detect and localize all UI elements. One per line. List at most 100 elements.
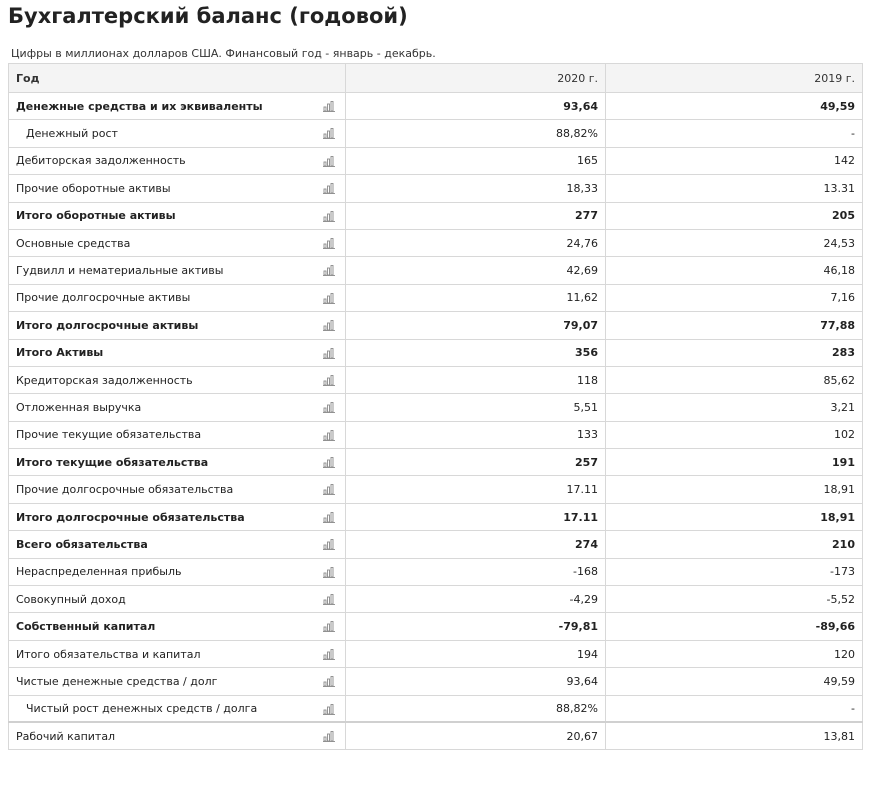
table-row: Итого долгосрочные активы 79,07 77,88: [8, 311, 863, 340]
row-label: Итого оборотные активы: [16, 209, 176, 223]
bar-chart-icon[interactable]: [323, 676, 335, 688]
bar-chart-icon[interactable]: [323, 210, 335, 222]
bar-chart-icon[interactable]: [323, 347, 335, 359]
value-2019: 13,81: [605, 721, 863, 751]
row-label-cell: Собственный капитал: [8, 612, 346, 641]
value-2019: 3,21: [605, 393, 863, 422]
value-2020: -79,81: [345, 612, 606, 641]
value-2020: 42,69: [345, 256, 606, 285]
row-label: Итого текущие обязательства: [16, 455, 209, 469]
table-row: Прочие долгосрочные активы 11,62 7,16: [8, 283, 863, 313]
value-2019: 18,91: [605, 475, 863, 504]
balance-sheet-table: Год 2020 г. 2019 г. Денежные средства и …: [8, 63, 863, 751]
row-label-cell: Прочие оборотные активы: [8, 174, 346, 203]
value-2020: 93,64: [345, 91, 606, 121]
row-label-cell: Гудвилл и нематериальные активы: [8, 256, 346, 285]
table-row: Денежные средства и их эквиваленты 93,64 4…: [8, 91, 863, 121]
table-row: Прочие оборотные активы 18,33 13.31: [8, 174, 863, 203]
row-label-cell: Прочие текущие обязательства: [8, 420, 346, 450]
bar-chart-icon[interactable]: [323, 155, 335, 167]
page-title: Бухгалтерский баланс (годовой): [8, 4, 408, 28]
bar-chart-icon[interactable]: [323, 402, 335, 414]
bar-chart-icon[interactable]: [323, 183, 335, 195]
row-label: Прочие текущие обязательства: [16, 428, 202, 442]
page: Бухгалтерский баланс (годовой) Цифры в м…: [0, 0, 874, 788]
bar-chart-icon[interactable]: [323, 429, 335, 441]
row-label: Чистый рост денежных средств / долга: [26, 702, 258, 716]
row-label-cell: Итого обязательства и капитал: [8, 639, 346, 669]
bar-chart-icon[interactable]: [323, 648, 335, 660]
value-2019: -173: [605, 557, 863, 587]
bar-chart-icon[interactable]: [323, 128, 335, 140]
value-2019: -89,66: [605, 612, 863, 641]
value-2020: -4,29: [345, 585, 606, 614]
row-label-cell: Основные средства: [8, 228, 346, 258]
row-label: Прочие долгосрочные активы: [16, 291, 191, 305]
bar-chart-icon[interactable]: [323, 320, 335, 332]
table-row: Денежный рост 88,82% -: [8, 119, 863, 148]
value-2019: 24,53: [605, 228, 863, 258]
value-2019: 85,62: [605, 365, 863, 395]
value-2019: 49,59: [605, 91, 863, 121]
value-2020: 277: [345, 201, 606, 230]
value-2020: 274: [345, 530, 606, 559]
value-2020: 165: [345, 146, 606, 176]
value-2020: -168: [345, 557, 606, 587]
row-label-cell: Нераспределенная прибыль: [8, 557, 346, 587]
table-row: Чистые денежные средства / долг 93,64 49,5…: [8, 667, 863, 696]
value-2019: 49,59: [605, 667, 863, 696]
bar-chart-icon[interactable]: [323, 374, 335, 386]
value-2020: 356: [345, 338, 606, 367]
value-2020: 20,67: [345, 721, 606, 751]
row-label: Нераспределенная прибыль: [16, 565, 182, 579]
row-label-cell: Итого долгосрочные обязательства: [8, 502, 346, 532]
table-row: Чистый рост денежных средств / долга 88,8…: [8, 694, 863, 723]
row-label-cell: Итого оборотные активы: [8, 201, 346, 230]
table-row: Кредиторская задолженность 118 85,62: [8, 365, 863, 395]
bar-chart-icon[interactable]: [323, 703, 335, 715]
bar-chart-icon[interactable]: [323, 265, 335, 277]
table-row: Совокупный доход -4,29 -5,52: [8, 585, 863, 614]
value-2020: 88,82%: [345, 119, 606, 148]
bar-chart-icon[interactable]: [323, 539, 335, 551]
bar-chart-icon[interactable]: [323, 731, 335, 743]
bar-chart-icon[interactable]: [323, 292, 335, 304]
bar-chart-icon[interactable]: [323, 621, 335, 633]
table-row: Прочие текущие обязательства 133 102: [8, 420, 863, 450]
value-2019: 7,16: [605, 283, 863, 313]
value-2019: 205: [605, 201, 863, 230]
table-header-row: Год 2020 г. 2019 г.: [8, 63, 863, 93]
row-label: Дебиторская задолженность: [16, 154, 186, 168]
bar-chart-icon[interactable]: [323, 457, 335, 469]
bar-chart-icon[interactable]: [323, 238, 335, 249]
table-row: Рабочий капитал 20,67 13,81: [8, 721, 863, 751]
page-subtitle: Цифры в миллионах долларов США. Финансов…: [11, 47, 436, 60]
row-label-cell: Всего обязательства: [8, 530, 346, 559]
bar-chart-icon[interactable]: [323, 484, 335, 496]
bar-chart-icon[interactable]: [323, 101, 335, 112]
value-2019: -5,52: [605, 585, 863, 614]
row-label: Гудвилл и нематериальные активы: [16, 264, 224, 278]
table-row: Прочие долгосрочные обязательства 17.11 18…: [8, 475, 863, 504]
table-row: Итого долгосрочные обязательства 17.11 18,…: [8, 502, 863, 532]
value-2019: 210: [605, 530, 863, 559]
value-2020: 194: [345, 639, 606, 669]
row-label-cell: Чистый рост денежных средств / долга: [8, 694, 346, 723]
row-label-cell: Кредиторская задолженность: [8, 365, 346, 395]
value-2020: 17.11: [345, 502, 606, 532]
row-label: Отложенная выручка: [16, 400, 142, 414]
row-label-cell: Чистые денежные средства / долг: [8, 667, 346, 696]
row-label: Итого обязательства и капитал: [16, 647, 201, 661]
bar-chart-icon[interactable]: [323, 594, 335, 605]
value-2019: 142: [605, 146, 863, 176]
row-label: Рабочий капитал: [16, 729, 116, 743]
table-row: Собственный капитал -79,81 -89,66: [8, 612, 863, 641]
table-row: Дебиторская задолженность 165 142: [8, 146, 863, 176]
row-label: Всего обязательства: [16, 537, 148, 551]
bar-chart-icon[interactable]: [323, 566, 335, 578]
value-2019: 102: [605, 420, 863, 450]
bar-chart-icon[interactable]: [323, 511, 335, 523]
table-row: Итого текущие обязательства 257 191: [8, 448, 863, 477]
value-2019: 18,91: [605, 502, 863, 532]
value-2020: 133: [345, 420, 606, 450]
